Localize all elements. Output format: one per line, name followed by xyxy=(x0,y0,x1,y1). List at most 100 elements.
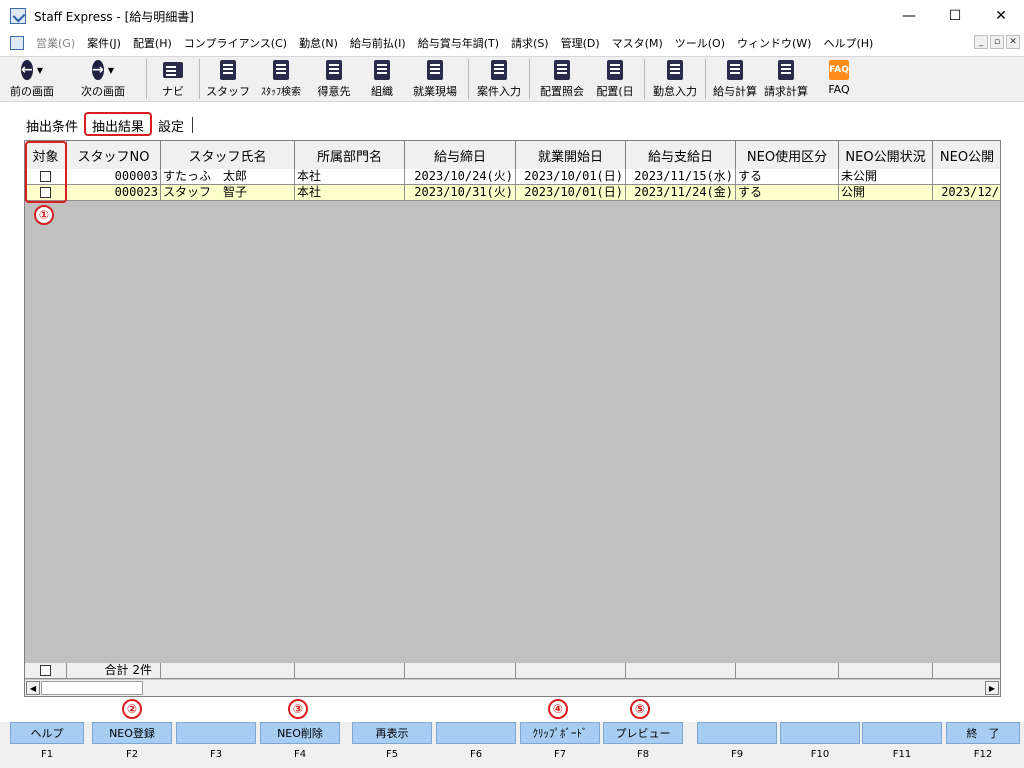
menu-management[interactable]: 管理(D) xyxy=(555,35,606,51)
mdi-close-button[interactable]: ✕ xyxy=(1006,35,1020,49)
payroll-calc-button[interactable]: 給与計算 xyxy=(710,57,760,101)
faq-icon: FAQ xyxy=(829,60,849,80)
navi-icon xyxy=(163,62,183,78)
toolbar-label: 組織 xyxy=(371,85,393,98)
fkey-label: F2 xyxy=(125,748,139,760)
f9-button[interactable] xyxy=(697,722,777,744)
staff-button[interactable]: スタッフ xyxy=(204,57,252,101)
cell-staff-name: スタッフ 智子 xyxy=(161,185,295,201)
select-all-checkbox[interactable] xyxy=(40,665,51,676)
toolbar-separator xyxy=(146,59,147,99)
summary-cell xyxy=(295,663,405,679)
minimize-button[interactable]: — xyxy=(886,0,932,32)
staff-search-icon xyxy=(273,60,289,80)
menu-master[interactable]: マスタ(M) xyxy=(606,35,669,51)
neo-register-f2-button[interactable]: NEO登録 xyxy=(92,722,172,744)
neo-delete-f4-button[interactable]: NEO削除 xyxy=(260,722,340,744)
navi-button[interactable]: ナビ xyxy=(151,57,195,101)
faq-button[interactable]: FAQ FAQ xyxy=(812,57,866,101)
case-entry-icon xyxy=(491,60,507,80)
scroll-right-icon[interactable]: ▶ xyxy=(985,681,999,695)
column-header-work-start[interactable]: 就業開始日 xyxy=(516,141,626,169)
tab-extract-conditions[interactable]: 抽出条件 xyxy=(20,114,84,136)
menu-sales[interactable]: 営業(G) xyxy=(30,35,81,51)
refresh-f5-button[interactable]: 再表示 xyxy=(352,722,432,744)
cell-work-start: 2023/10/01(日) xyxy=(516,185,626,201)
toolbar-label: 次の画面 xyxy=(81,85,125,98)
worksite-icon xyxy=(427,60,443,80)
column-header-dept[interactable]: 所属部門名 xyxy=(295,141,405,169)
organization-button[interactable]: 組織 xyxy=(358,57,406,101)
tab-settings[interactable]: 設定 xyxy=(152,114,190,136)
clipboard-f7-button[interactable]: ｸﾘｯﾌﾟﾎﾞｰﾄﾞ xyxy=(520,722,600,744)
prev-screen-button[interactable]: ← ▼ 前の画面 xyxy=(0,57,64,101)
assignment-inquiry-button[interactable]: 配置照会 xyxy=(534,57,590,101)
staff-search-button[interactable]: ｽﾀｯﾌ検索 xyxy=(252,57,310,101)
fkey-label: F12 xyxy=(973,748,993,760)
toolbar-label: FAQ xyxy=(828,83,850,96)
f6-button[interactable] xyxy=(436,722,516,744)
cell-staff-name: すたっふ 太郎 xyxy=(161,169,295,185)
column-header-neo-use[interactable]: NEO使用区分 xyxy=(736,141,839,169)
toolbar: ← ▼ 前の画面 → ▼ 次の画面 ナビ スタッフ ｽﾀｯﾌ検索 得意先 組織 就業… xyxy=(0,56,1024,102)
toolbar-label: 配置(日 xyxy=(596,85,634,98)
menu-help[interactable]: ヘルプ(H) xyxy=(817,35,879,51)
menu-attendance[interactable]: 勤怠(N) xyxy=(293,35,344,51)
menu-assignment[interactable]: 配置(H) xyxy=(127,35,178,51)
menu-case[interactable]: 案件(J) xyxy=(81,35,127,51)
billing-calc-button[interactable]: 請求計算 xyxy=(760,57,812,101)
column-header-neo-status[interactable]: NEO公開状況 xyxy=(839,141,933,169)
menu-billing[interactable]: 請求(S) xyxy=(505,35,555,51)
cell-dept: 本社 xyxy=(295,185,405,201)
preview-f8-button[interactable]: プレビュー xyxy=(603,722,683,744)
exit-f12-button[interactable]: 終 了 xyxy=(946,722,1020,744)
f3-button[interactable] xyxy=(176,722,256,744)
toolbar-label: 得意先 xyxy=(317,85,351,98)
toolbar-label: 就業現場 xyxy=(413,85,457,98)
f10-button[interactable] xyxy=(780,722,860,744)
case-entry-button[interactable]: 案件入力 xyxy=(473,57,525,101)
worksite-button[interactable]: 就業現場 xyxy=(406,57,464,101)
cell-neo-status: 公開 xyxy=(839,185,933,201)
column-header-pay-date[interactable]: 給与支給日 xyxy=(626,141,736,169)
table-row[interactable]: 000003 すたっふ 太郎 本社 2023/10/24(火) 2023/10/… xyxy=(25,169,1000,185)
toolbar-separator xyxy=(468,59,469,99)
menu-compliance[interactable]: コンプライアンス(C) xyxy=(178,35,293,51)
maximize-button[interactable]: ☐ xyxy=(932,0,978,32)
column-header-pay-closing[interactable]: 給与締日 xyxy=(405,141,516,169)
scroll-left-icon[interactable]: ◀ xyxy=(26,681,40,695)
document-icon[interactable] xyxy=(10,36,24,50)
f11-button[interactable] xyxy=(862,722,942,744)
column-header-neo-date[interactable]: NEO公開 xyxy=(933,141,1000,169)
column-header-staff-no[interactable]: スタッフNO xyxy=(67,141,161,169)
help-f1-button[interactable]: ヘルプ xyxy=(10,722,84,744)
toolbar-label: 請求計算 xyxy=(764,85,808,98)
client-button[interactable]: 得意先 xyxy=(310,57,358,101)
arrow-right-circle-icon: → xyxy=(92,60,104,80)
next-screen-button[interactable]: → ▼ 次の画面 xyxy=(64,57,142,101)
tab-extract-results[interactable]: 抽出結果 xyxy=(84,112,153,136)
app-icon xyxy=(10,8,26,24)
horizontal-scrollbar[interactable]: ◀ ▶ xyxy=(25,679,1000,696)
dropdown-arrow-icon: ▼ xyxy=(107,65,114,75)
tab-strip: 抽出条件 抽出結果 設定 xyxy=(20,112,195,136)
toolbar-label: 給与計算 xyxy=(713,85,757,98)
fkey-label: F6 xyxy=(469,748,483,760)
summary-cell xyxy=(933,663,1000,679)
mdi-restore-button[interactable]: ▫ xyxy=(990,35,1004,49)
menu-window[interactable]: ウィンドウ(W) xyxy=(731,35,817,51)
summary-row: 合計 2件 xyxy=(25,663,1000,679)
toolbar-label: ナビ xyxy=(162,85,184,98)
attendance-entry-button[interactable]: 勤怠入力 xyxy=(649,57,701,101)
menu-payroll[interactable]: 給与賞与年調(T) xyxy=(412,35,505,51)
scrollbar-thumb[interactable] xyxy=(41,681,143,695)
callout-5: ⑤ xyxy=(630,699,650,719)
mdi-minimize-button[interactable]: _ xyxy=(974,35,988,49)
menu-tools[interactable]: ツール(O) xyxy=(669,35,731,51)
menu-advance-pay[interactable]: 給与前払(I) xyxy=(344,35,412,51)
table-row[interactable]: 000023 スタッフ 智子 本社 2023/10/31(火) 2023/10/… xyxy=(25,185,1000,201)
fkey-label: F11 xyxy=(892,748,912,760)
column-header-staff-name[interactable]: スタッフ氏名 xyxy=(161,141,295,169)
assignment-daily-button[interactable]: 配置(日 xyxy=(590,57,640,101)
close-button[interactable]: ✕ xyxy=(978,0,1024,32)
